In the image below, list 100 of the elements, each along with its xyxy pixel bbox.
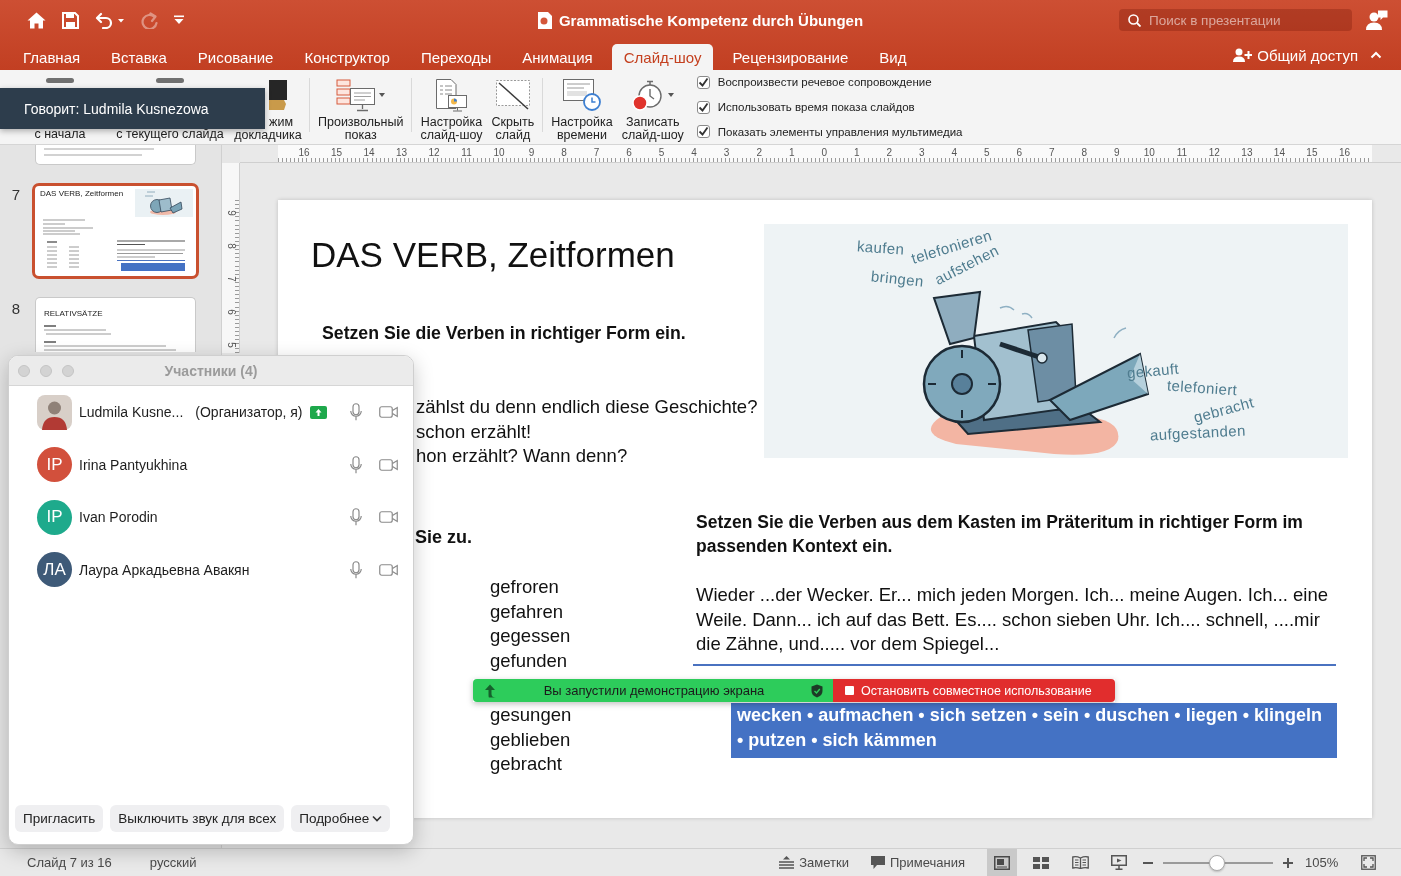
video-camera-icon[interactable] (379, 406, 398, 419)
window-button[interactable]: Выключить звук для всех (110, 805, 285, 832)
caret-icon (668, 93, 675, 97)
customize-icon[interactable] (174, 15, 184, 25)
video-camera-icon[interactable] (379, 458, 398, 471)
thumbnail-image-drawing (135, 189, 193, 217)
video-camera-icon[interactable] (379, 563, 398, 576)
ribbon-button[interactable]: Настройка слайд-шоу (417, 74, 486, 142)
ruler-number: 8 (561, 147, 567, 158)
slide-thumbnail[interactable]: DAS VERB, Zeitformen (32, 183, 199, 279)
microphone-icon[interactable] (350, 508, 362, 527)
ribbon-tab[interactable]: Вид (867, 44, 919, 70)
ribbon-tab[interactable]: Переходы (408, 44, 504, 70)
checkbox[interactable] (696, 100, 710, 114)
ruler-number: 6 (1016, 147, 1023, 158)
ribbon-button[interactable]: Произвольный показ (315, 74, 407, 142)
stop-sharing-button[interactable]: Остановить совместное использование (833, 679, 1115, 702)
window-button[interactable]: Пригласить (15, 805, 104, 832)
microphone-icon[interactable] (350, 455, 362, 474)
slide-thumbnail[interactable] (35, 145, 196, 165)
ruler-number: 1 (788, 147, 795, 158)
checkbox[interactable] (696, 125, 710, 139)
language-label[interactable]: русский (149, 855, 197, 870)
participant-name: Лаура Аркадьевна Авакян (79, 561, 250, 578)
ruler-number: 2 (886, 147, 892, 158)
minus-icon[interactable] (1143, 861, 1153, 864)
video-camera-icon[interactable] (379, 511, 398, 524)
fit-window-icon[interactable] (1361, 855, 1376, 870)
screen-bar-icon (156, 78, 184, 83)
chevron-up-icon[interactable] (1370, 51, 1382, 59)
window-title: Участники (4) (164, 362, 258, 379)
ruler-number: 13 (395, 147, 408, 158)
save-icon[interactable] (62, 11, 79, 29)
person-add-icon (1233, 48, 1253, 62)
notes-icon (779, 856, 795, 869)
ribbon-button[interactable]: Настройка времени (548, 74, 616, 142)
microphone-icon[interactable] (350, 403, 362, 422)
checkbox-label: Показать элементы управления мультимедиа (717, 125, 963, 138)
home-icon[interactable] (27, 11, 46, 29)
checkbox[interactable] (696, 75, 710, 89)
ribbon-tab[interactable]: Рецензирование (720, 44, 861, 70)
shield-icon (811, 683, 823, 698)
arrow-icon (483, 683, 497, 698)
verb-box: wecken • aufmachen • sich setzen • sein • duschen • liegen • klingeln • putzen • sich kämmen (731, 703, 1337, 758)
ruler-number: 9 (528, 147, 535, 158)
ruler-number: 2 (756, 147, 762, 158)
ribbon-tab[interactable]: Конструктор (292, 44, 402, 70)
ruler-number: 7 (593, 147, 600, 158)
microphone-icon[interactable] (350, 560, 362, 579)
ribbon-button[interactable]: Скрыть слайд (488, 74, 538, 142)
comment-icon (870, 856, 885, 869)
ruler-number: 14 (363, 147, 375, 158)
ribbon-tab[interactable]: Слайд-шоу (611, 44, 714, 70)
participant-name: Irina Pantyukhina (79, 456, 188, 473)
slider-thumb[interactable] (1209, 854, 1226, 871)
slide-thumbnail[interactable]: RELATIVSÄTZE (35, 297, 196, 352)
avatar-silhouette-icon (37, 394, 72, 430)
plus-icon[interactable] (1283, 857, 1293, 868)
ribbon-button[interactable]: с начала (31, 128, 89, 141)
zoom-percentage[interactable]: 105% (1305, 855, 1361, 870)
grid-view-icon (1033, 856, 1049, 869)
person-comment-icon[interactable] (1366, 10, 1388, 30)
more-menu-button[interactable]: Подробнее (291, 805, 391, 832)
ribbon-tab[interactable]: Главная (11, 44, 93, 70)
slide-title: DAS VERB, Zeitformen (311, 235, 675, 275)
ribbon-tab[interactable]: Анимация (510, 44, 605, 70)
ruler-number: 8 (1081, 147, 1088, 158)
view-button[interactable] (987, 849, 1017, 876)
illustration-word: kaufen (856, 237, 905, 259)
ruler-number: 10 (1143, 147, 1155, 158)
ruler-number: 11 (1176, 147, 1188, 158)
slide-setup-icon (434, 78, 469, 112)
ruler-number: 16 (298, 147, 310, 158)
ribbon-button[interactable]: с текущего слайда (113, 128, 227, 141)
ruler-number: 10 (493, 147, 505, 158)
ruler-number: 7 (225, 276, 236, 282)
example-sentence: hon erzählt? Wann denn? (416, 444, 628, 468)
ribbon-button[interactable]: Записать слайд-шоу (618, 74, 687, 142)
undo-icon[interactable] (95, 11, 125, 29)
comments-button[interactable]: Примечания (870, 855, 965, 870)
slide-counter: Слайд 7 из 16 (27, 855, 112, 870)
ruler-number: 4 (951, 147, 958, 158)
ruler-number: 1 (853, 147, 860, 158)
ruler-number: 6 (225, 309, 236, 315)
share-button[interactable]: Общий доступ (1233, 46, 1358, 64)
slide-number: 7 (11, 186, 21, 203)
ribbon-tab[interactable]: Рисование (185, 44, 286, 70)
ribbon-tab[interactable]: Вставка (99, 44, 179, 70)
presentation-icon (1111, 855, 1127, 870)
ruler-number: 15 (1306, 147, 1318, 158)
avatar-initials: IP (37, 499, 72, 535)
ruler-number: 12 (428, 147, 440, 158)
checkbox-label: Воспроизвести речевое сопровождение (717, 76, 932, 89)
illustration-word: bringen (870, 267, 925, 291)
word-list-item: gefroren (490, 575, 559, 599)
notes-button[interactable]: Заметки (779, 855, 849, 870)
speaker-tooltip: Говорит: Ludmila Kusnezowa (0, 88, 265, 129)
ruler-number: 4 (691, 147, 697, 158)
search-icon (1128, 13, 1141, 27)
screen-bar-icon (46, 78, 74, 83)
